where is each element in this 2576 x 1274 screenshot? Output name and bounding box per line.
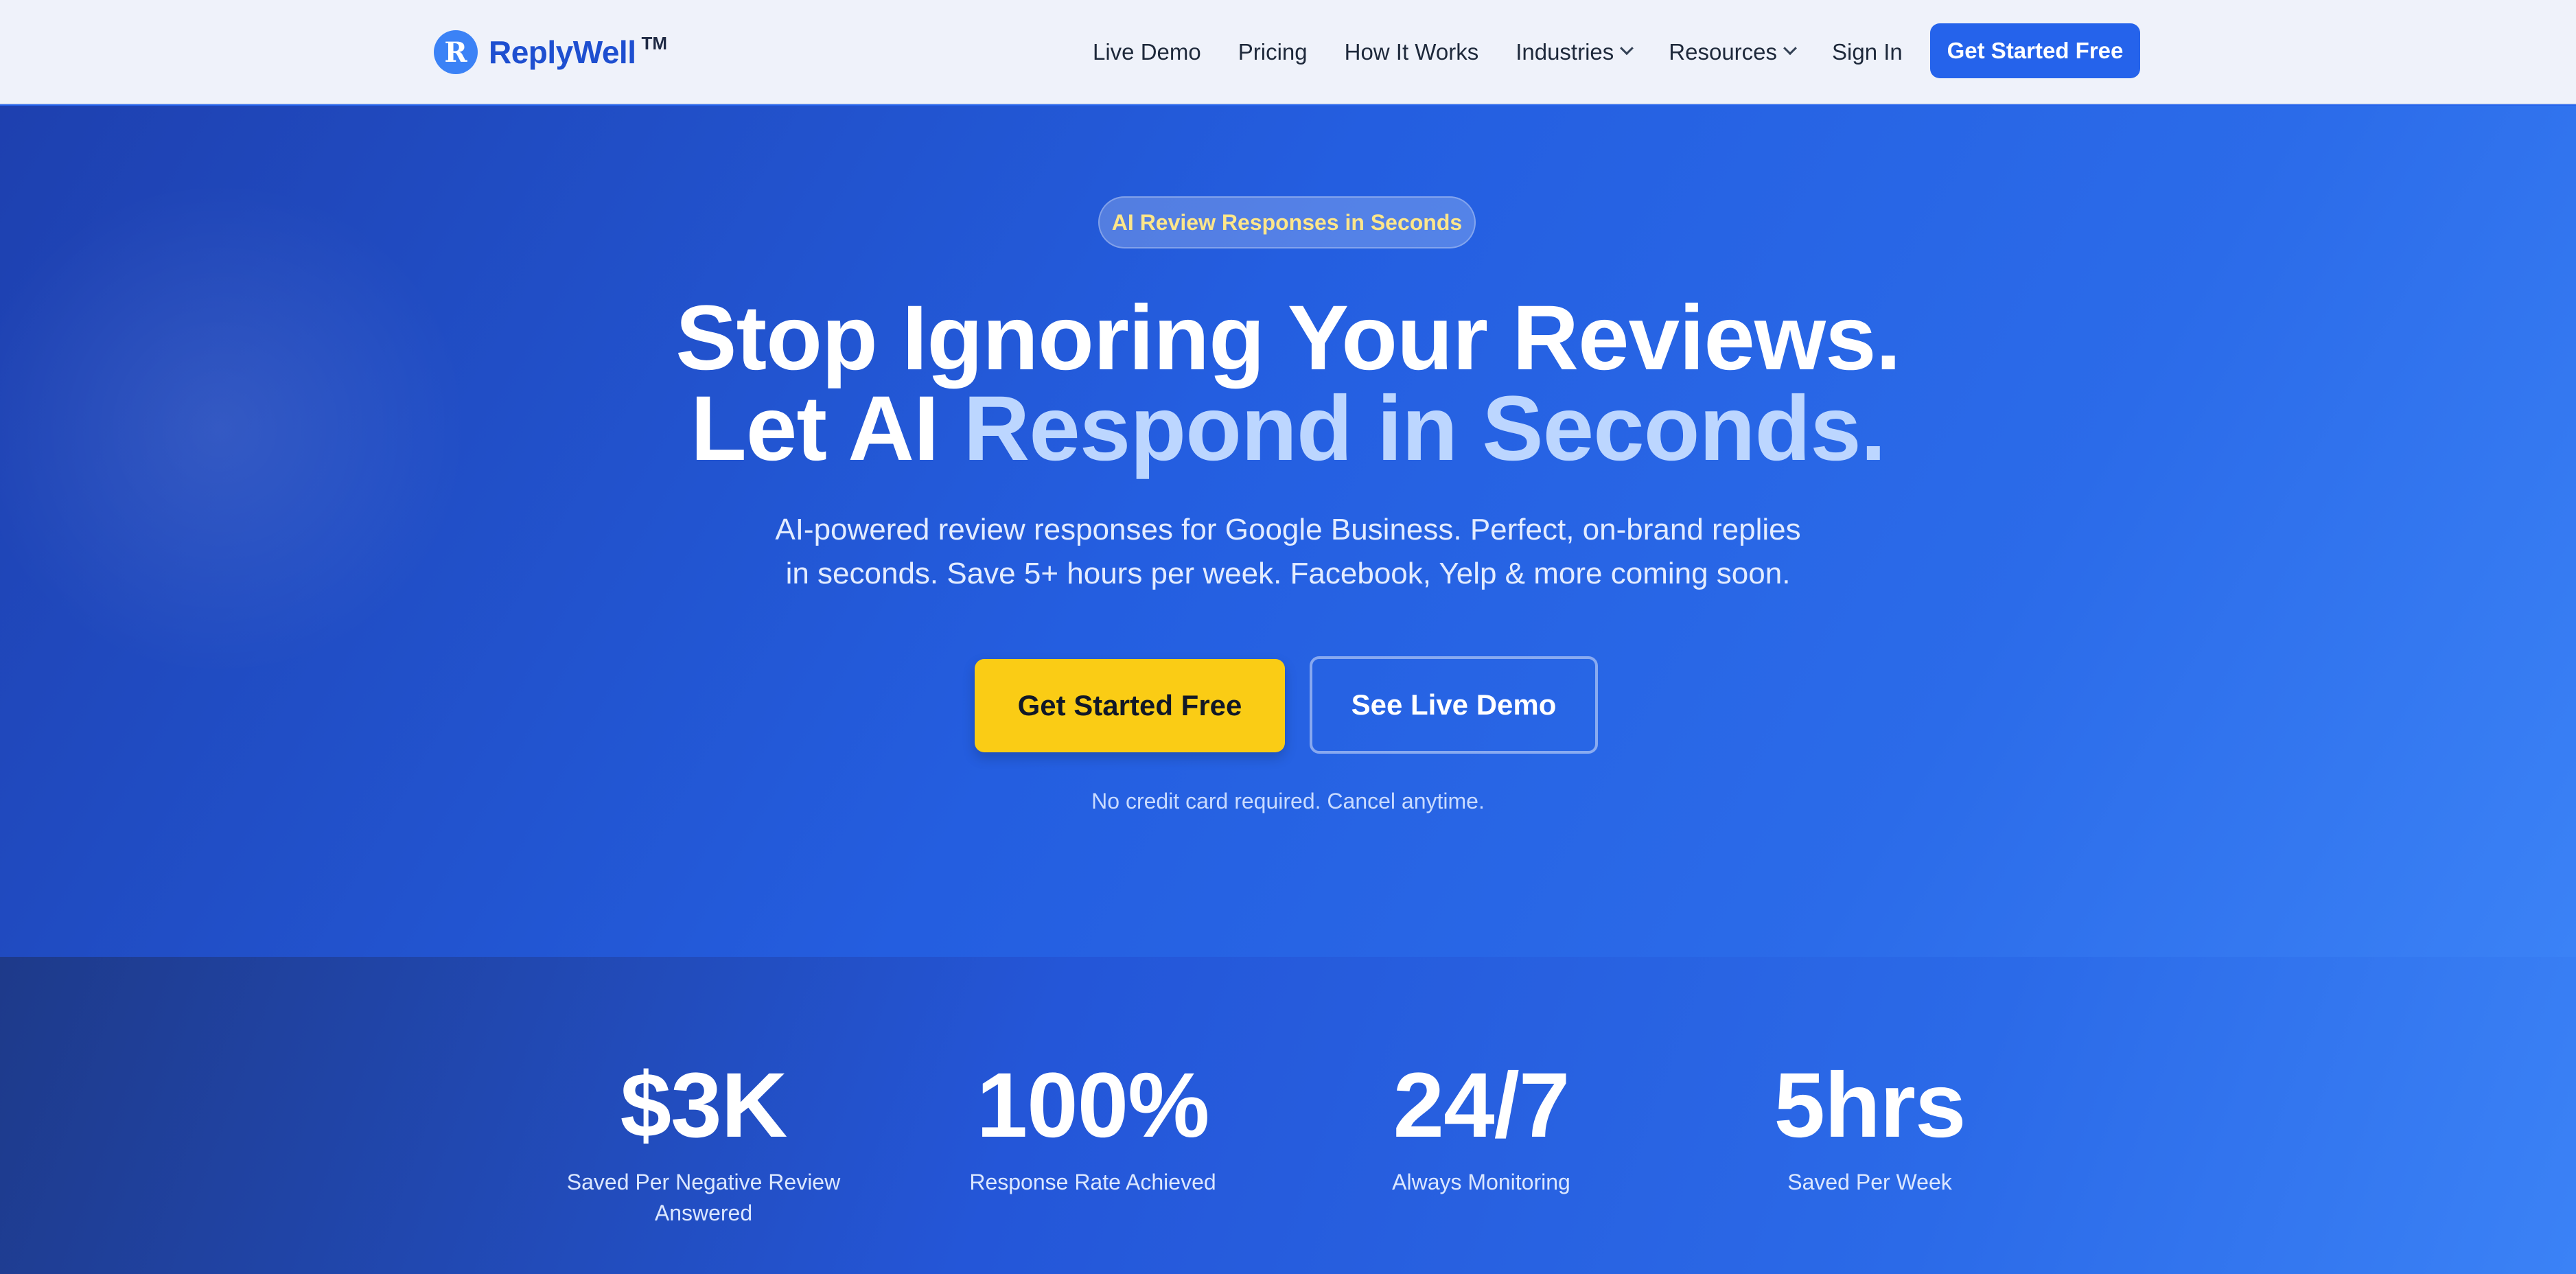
hero-subtitle-line2: in seconds. Save 5+ hours per week. Face… (785, 557, 1791, 590)
get-started-button[interactable]: Get Started Free (975, 659, 1285, 752)
top-navbar: R ReplyWell TM Live Demo Pricing How It … (0, 0, 2576, 104)
stat-value: 5hrs (1774, 1054, 1966, 1157)
stat-label: Response Rate Achieved (969, 1170, 1216, 1194)
nav-link-pricing[interactable]: Pricing (1238, 39, 1308, 65)
stat-value: 24/7 (1393, 1054, 1570, 1157)
hero-section: AI Review Responses in Seconds Stop Igno… (0, 106, 2576, 957)
nav-dropdown-industries[interactable]: Industries (1516, 39, 1634, 65)
hero-badge: AI Review Responses in Seconds (1098, 196, 1476, 248)
brand-name: ReplyWell (489, 34, 636, 70)
stats-section: $3K Saved Per Negative Review Answered 1… (0, 957, 2576, 1274)
stat-label: Always Monitoring (1392, 1170, 1570, 1194)
hero-headline-line2: Let AI Respond in Seconds. (0, 383, 2576, 475)
chevron-down-icon (1783, 41, 1797, 56)
nav-link-label: Sign In (1832, 39, 1903, 65)
stat-item: $3K Saved Per Negative Review Answered (549, 1060, 858, 1229)
nav-menu: Live Demo Pricing How It Works Industrie… (1093, 0, 1903, 104)
nav-link-label: Industries (1516, 39, 1614, 65)
trademark-mark: TM (641, 33, 668, 54)
see-live-demo-button[interactable]: See Live Demo (1310, 656, 1598, 754)
stat-item: 100% Response Rate Achieved (955, 1060, 1230, 1198)
no-credit-card-note: No credit card required. Cancel anytime. (1091, 789, 1485, 813)
stat-item: 24/7 Always Monitoring (1344, 1060, 1618, 1198)
brand-logo[interactable]: R ReplyWell TM (434, 29, 667, 76)
nav-dropdown-resources[interactable]: Resources (1669, 39, 1797, 65)
nav-link-live-demo[interactable]: Live Demo (1093, 39, 1201, 65)
logo-mark-icon: R (434, 30, 478, 74)
stat-item: 5hrs Saved Per Week (1732, 1060, 2007, 1198)
nav-link-label: Pricing (1238, 39, 1308, 65)
hero-headline-line1: Stop Ignoring Your Reviews. (675, 287, 1901, 389)
headline-prefix: Let AI (690, 378, 964, 480)
nav-link-label: Resources (1669, 39, 1778, 65)
chevron-down-icon (1620, 41, 1634, 56)
stat-label-line: Answered (654, 1200, 753, 1225)
nav-get-started-button[interactable]: Get Started Free (1930, 23, 2140, 78)
nav-link-label: How It Works (1344, 39, 1479, 65)
stat-label: Saved Per Week (1787, 1170, 1952, 1194)
nav-link-sign-in[interactable]: Sign In (1832, 39, 1903, 65)
hero-subtitle-line1: AI-powered review responses for Google B… (775, 513, 1801, 546)
headline-accent: Respond in Seconds. (963, 378, 1886, 480)
nav-link-label: Live Demo (1093, 39, 1201, 65)
stat-label: Saved Per Negative Review Answered (549, 1167, 858, 1229)
stat-value: 100% (976, 1054, 1210, 1157)
stat-value: $3K (620, 1054, 788, 1157)
nav-link-how-it-works[interactable]: How It Works (1345, 39, 1479, 65)
stat-label-line: Saved Per Negative Review (566, 1170, 841, 1194)
